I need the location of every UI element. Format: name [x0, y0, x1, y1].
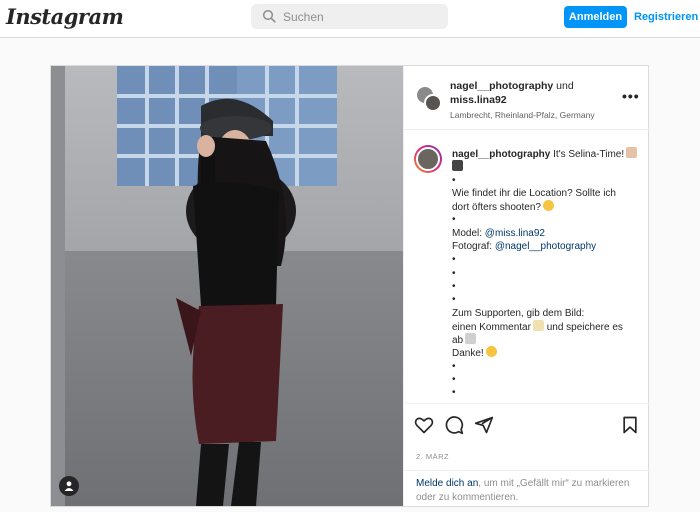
comment-icon[interactable]: [444, 415, 464, 435]
hug-emoji-icon: [485, 346, 497, 358]
bookmark-icon[interactable]: [620, 415, 640, 435]
caption-line: und speichere es: [543, 321, 623, 333]
caption-line: dort öfters shooten?: [452, 202, 541, 214]
caption-line: •: [452, 374, 456, 386]
more-options-icon[interactable]: •••: [622, 88, 640, 104]
search-box[interactable]: Suchen: [251, 4, 448, 29]
camera-emoji-icon: [452, 160, 463, 172]
photographer-mention-link[interactable]: @nagel__photography: [495, 241, 596, 252]
save-emoji-icon: [465, 333, 477, 345]
smile-emoji-icon: [542, 200, 554, 212]
caption-line: Model:: [452, 227, 485, 239]
post-photo[interactable]: [51, 66, 403, 506]
tag-user-button[interactable]: [59, 476, 79, 496]
post-date[interactable]: 2. MÄRZ: [416, 452, 449, 461]
tag-user-icon: [64, 481, 74, 491]
caption-line: Fotograf:: [452, 241, 495, 253]
caption-line: •: [452, 294, 456, 306]
caption-line: •: [452, 214, 456, 226]
share-icon[interactable]: [474, 415, 494, 435]
post-caption: nagel__photography It's Selina-Time! • W…: [404, 131, 650, 403]
author-link[interactable]: nagel__photography: [450, 80, 553, 92]
model-mention-link[interactable]: @miss.lina92: [485, 228, 545, 239]
heart-icon[interactable]: [414, 415, 434, 435]
search-icon: [262, 9, 276, 23]
caption-line: ab: [452, 335, 464, 347]
post-sidebar: nagel__photography und miss.lina92 Lambr…: [403, 66, 650, 506]
caption-line: einen Kommentar: [452, 321, 531, 333]
caption-line: •: [452, 387, 456, 399]
emoji-icon: [626, 147, 638, 158]
location-link[interactable]: Lambrecht, Rheinland-Pfalz, Germany: [450, 110, 595, 120]
login-link[interactable]: Melde dich an: [416, 478, 478, 489]
caption-line: •: [452, 267, 456, 279]
caption-line: Danke!: [452, 348, 484, 360]
login-prompt: Melde dich an, um mit „Gefällt mir“ zu m…: [404, 470, 650, 506]
caption-line: •: [452, 280, 456, 292]
login-button[interactable]: Anmelden: [564, 6, 627, 28]
caption-text: nagel__photography It's Selina-Time! • W…: [452, 147, 644, 400]
coauthor-link[interactable]: miss.lina92: [450, 94, 507, 106]
search-input[interactable]: Suchen: [283, 10, 324, 24]
memo-emoji-icon: [532, 319, 544, 331]
caption-line: •: [452, 254, 456, 266]
caption-line: •: [452, 174, 456, 186]
post-authors: nagel__photography und: [450, 80, 574, 92]
caption-line: Wie findet ihr die Location? Sollte ich: [452, 187, 616, 199]
authors-connector: und: [553, 80, 574, 92]
post-actions: 2. MÄRZ: [404, 403, 650, 463]
caption-author-link[interactable]: nagel__photography: [452, 149, 550, 160]
caption-line: •: [452, 360, 456, 372]
post-card: nagel__photography und miss.lina92 Lambr…: [50, 65, 650, 507]
register-link[interactable]: Registrieren: [634, 6, 698, 28]
instagram-logo[interactable]: Instagram: [6, 4, 124, 29]
caption-line: It's Selina-Time!: [553, 149, 625, 160]
avatar[interactable]: [416, 86, 442, 112]
caption-line: Zum Supporten, gib dem Bild:: [452, 307, 585, 319]
post-photo-image: [51, 66, 403, 506]
post-header: nagel__photography und miss.lina92 Lambr…: [404, 66, 650, 130]
caption-avatar[interactable]: [414, 145, 442, 173]
top-nav: Instagram Suchen Anmelden Registrieren: [0, 0, 700, 38]
